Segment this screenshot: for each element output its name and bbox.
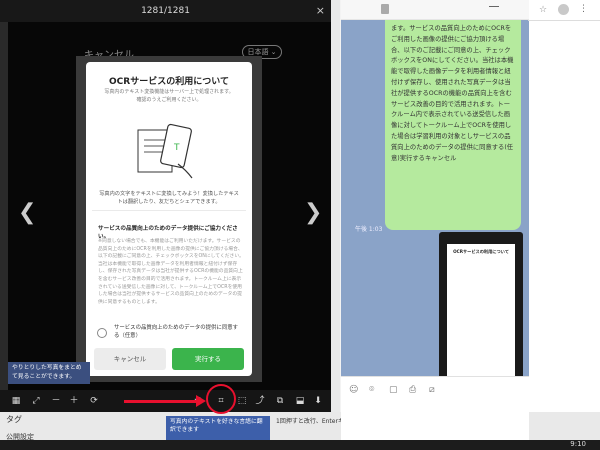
download-icon[interactable]: ⬇ [312,394,324,408]
chat-message-bubble: ます。サービスの品質向上のためにOCRをご利用した画像の提供にご協力頂ける場合、… [385,20,521,230]
copy-icon[interactable]: ⧉ [274,394,286,408]
previous-image-icon[interactable]: ❮ [18,200,36,225]
zoom-out-icon[interactable]: － [50,394,62,408]
chat-note-icon[interactable] [381,4,389,14]
browser-strip [528,0,600,450]
zoom-in-icon[interactable]: ＋ [68,394,80,408]
chat-messages-area: ます。サービスの品質向上のためにOCRをご利用した画像の提供にご協力頂ける場合、… [341,20,529,390]
expand-icon[interactable]: ⤢ [30,394,42,408]
dialog-title: OCRサービスの利用について [109,77,229,87]
consent-checkbox-row[interactable]: サービスの品質向上のためのデータの提供に同意する（任意） [94,324,244,344]
emoji-icon[interactable]: ☺ [349,385,358,395]
bookmark-icon[interactable]: ⬓ [294,394,306,408]
consent-checkbox-label: サービスの品質向上のためのデータの提供に同意する（任意） [114,325,238,339]
file-icon[interactable]: ▢ [389,385,398,395]
dialog-divider [92,210,246,211]
browser-toolbar-divider [528,20,600,21]
taskbar: 9:10 [0,440,600,450]
crop-icon[interactable]: ⬚ [236,394,248,408]
ocr-tooltip: 写真内のテキストを好きな言語に翻訳できます [166,416,270,440]
dialog-caption: 写真内の文字をテキストに変換してみよう！変換したテキストは翻訳したり、友だちとシ… [99,191,239,205]
album-tooltip: やりとりした写真をまとめて見ることができます。 [8,362,90,384]
close-icon[interactable]: × [316,0,325,22]
chat-image-title: OCRサービスの利用について [453,249,509,254]
chat-input-bar[interactable]: ☺ ⌾ ▢ ⎙ ⧄ [341,376,529,440]
dialog-subtitle: 写真内のテキスト変換機能はサーバー上で処理されます。確認のうえご利用ください。 [104,89,234,103]
photo-viewer-window: 1281/1281 × キャンセル 日本語 ⌄ ❮ ❯ OCRサービスの利用につ… [0,0,331,412]
crop-capture-icon[interactable]: ⧄ [429,385,435,395]
run-button[interactable]: 実行する [172,348,244,370]
minimize-icon[interactable] [489,6,499,7]
svg-text:T: T [173,143,180,153]
chat-window-titlebar [341,0,529,20]
cancel-button[interactable]: キャンセル [94,348,166,370]
dialog-body-text: ※同意しない場合でも、本機能はご利用いただけます。サービスの品質向上のためにOC… [98,239,244,305]
annotation-arrow-shaft [124,400,200,403]
grid-icon[interactable]: ▦ [10,394,22,408]
browser-menu-icon[interactable]: ⋮ [579,4,588,14]
ocr-illustration-icon: T [137,123,193,179]
consent-checkbox[interactable] [97,328,107,338]
avatar[interactable] [558,4,569,15]
taskbar-clock: 9:10 [570,440,586,448]
rotate-icon[interactable]: ⟳ [88,394,100,408]
message-timestamp: 午後 1:03 [355,226,383,233]
viewer-title: 1281/1281 [0,0,331,22]
attach-icon[interactable]: ⌾ [369,385,374,395]
annotation-arrow-head [196,395,206,407]
chat-image-message[interactable]: OCRサービスの利用について [439,232,523,390]
desktop-label-tag: タグ [6,415,22,424]
annotation-circle [206,384,236,414]
ocr-consent-dialog: OCRサービスの利用について 写真内のテキスト変換機能はサーバー上で処理されます… [86,62,252,376]
chat-window: ます。サービスの品質向上のためにOCRをご利用した画像の提供にご協力頂ける場合、… [341,0,529,440]
screen: タグ 公開設定 1回押すと改行、Enterキー 1281/1281 × キャンセ… [0,0,600,450]
viewer-side-rail [0,22,8,390]
bookmark-star-icon[interactable]: ☆ [539,5,547,15]
screenshot-icon[interactable]: ⎙ [409,385,416,395]
next-image-icon[interactable]: ❯ [304,200,322,225]
share-icon[interactable]: ⤴ [254,394,266,408]
chat-image-preview: OCRサービスの利用について [447,244,515,386]
